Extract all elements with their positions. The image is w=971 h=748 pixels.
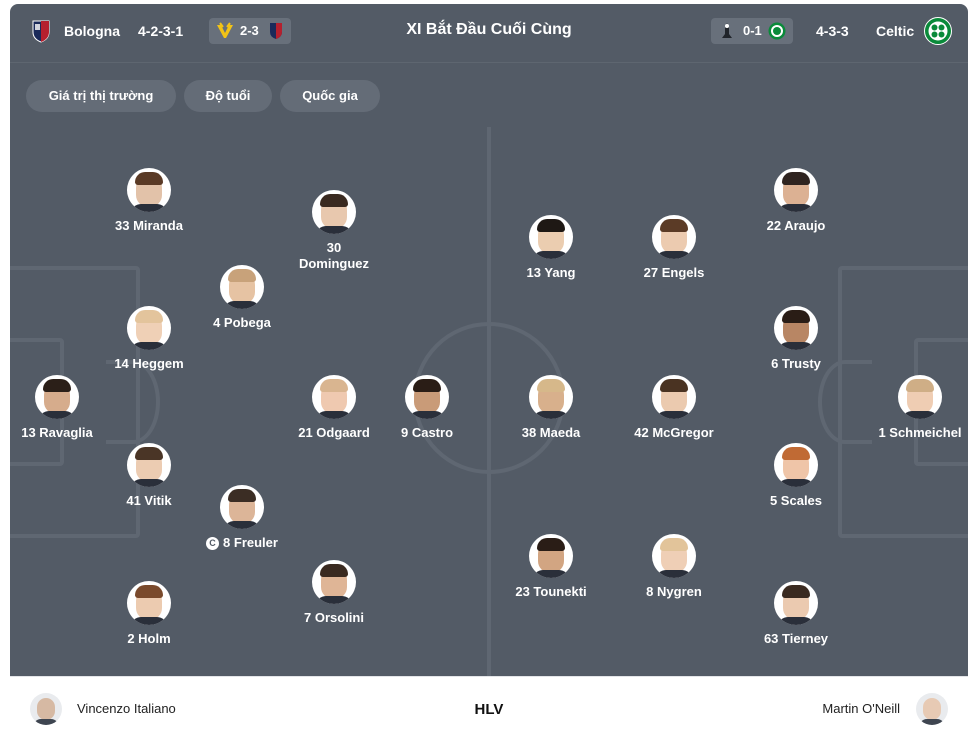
player-photo bbox=[312, 375, 356, 419]
player-photo bbox=[220, 485, 264, 529]
player-label: 27 Engels bbox=[643, 265, 705, 280]
player-home-freuler[interactable]: C8 Freuler bbox=[177, 485, 307, 551]
player-label: 42 McGregor bbox=[634, 425, 714, 440]
player-photo bbox=[220, 265, 264, 309]
player-home-heggem[interactable]: 14 Heggem bbox=[84, 306, 214, 372]
player-away-trusty[interactable]: 6 Trusty bbox=[731, 306, 861, 372]
player-label: 14 Heggem bbox=[114, 356, 184, 371]
player-away-schmeichel[interactable]: 1 Schmeichel bbox=[855, 375, 968, 441]
player-home-dominguez[interactable]: 30 Dominguez bbox=[269, 190, 399, 272]
player-away-mcgregor[interactable]: 42 McGregor bbox=[609, 375, 739, 441]
captain-badge-icon: C bbox=[206, 537, 220, 550]
player-away-tierney[interactable]: 63 Tierney bbox=[731, 581, 861, 647]
player-label: 6 Trusty bbox=[771, 356, 821, 371]
filter-age[interactable]: Độ tuổi bbox=[184, 80, 272, 112]
filter-bar: Giá trị thị trường Độ tuổi Quốc gia bbox=[10, 62, 968, 127]
player-photo bbox=[774, 306, 818, 350]
player-home-orsolini[interactable]: 7 Orsolini bbox=[269, 560, 399, 626]
player-home-ravaglia[interactable]: 13 Ravaglia bbox=[10, 375, 122, 441]
player-label: 23 Tounekti bbox=[515, 584, 587, 599]
player-photo bbox=[652, 534, 696, 578]
player-photo bbox=[529, 534, 573, 578]
player-photo bbox=[405, 375, 449, 419]
away-team-name[interactable]: Celtic bbox=[876, 23, 914, 39]
celtic-small-crest-icon bbox=[768, 22, 786, 40]
away-coach-photo bbox=[916, 693, 948, 725]
away-coach-name[interactable]: Martin O'Neill bbox=[822, 701, 900, 716]
player-label: 2 Holm bbox=[127, 631, 171, 646]
player-photo bbox=[652, 215, 696, 259]
player-label: 1 Schmeichel bbox=[878, 425, 962, 440]
filter-nationality[interactable]: Quốc gia bbox=[280, 80, 380, 112]
player-label: 38 Maeda bbox=[521, 425, 581, 440]
player-away-yang[interactable]: 13 Yang bbox=[486, 215, 616, 281]
away-last-score: 0-1 bbox=[743, 23, 762, 38]
celtic-crest-icon[interactable] bbox=[924, 17, 952, 45]
player-away-araujo[interactable]: 22 Araujo bbox=[731, 168, 861, 234]
away-formation: 4-3-3 bbox=[816, 23, 849, 39]
lineup-header: Bologna 4-2-3-1 2-3 XI Bắt Đầu Cuối Cùng… bbox=[10, 4, 968, 62]
player-photo bbox=[312, 190, 356, 234]
player-label: 63 Tierney bbox=[763, 631, 829, 646]
player-home-miranda[interactable]: 33 Miranda bbox=[84, 168, 214, 234]
player-photo bbox=[127, 168, 171, 212]
away-last-result[interactable]: 0-1 bbox=[711, 18, 793, 44]
player-away-tounekti[interactable]: 23 Tounekti bbox=[486, 534, 616, 600]
player-photo bbox=[774, 168, 818, 212]
filter-market-value[interactable]: Giá trị thị trường bbox=[26, 80, 176, 112]
player-label: 8 Freuler bbox=[223, 535, 278, 550]
player-away-nygren[interactable]: 8 Nygren bbox=[609, 534, 739, 600]
player-photo bbox=[35, 375, 79, 419]
player-label: 7 Orsolini bbox=[304, 610, 364, 625]
player-label: 22 Araujo bbox=[766, 218, 826, 233]
player-home-holm[interactable]: 2 Holm bbox=[84, 581, 214, 647]
player-home-castro[interactable]: 9 Castro bbox=[362, 375, 492, 441]
player-photo bbox=[312, 560, 356, 604]
player-away-maeda[interactable]: 38 Maeda bbox=[486, 375, 616, 441]
pitch: 33 Miranda 30 Dominguez 4 Pobega 14 Hegg… bbox=[10, 127, 968, 676]
player-label-number: 30 bbox=[326, 240, 342, 255]
player-away-engels[interactable]: 27 Engels bbox=[609, 215, 739, 281]
player-label: 9 Castro bbox=[400, 425, 454, 440]
player-label: 13 Yang bbox=[526, 265, 576, 280]
player-photo bbox=[529, 375, 573, 419]
player-photo bbox=[652, 375, 696, 419]
player-photo bbox=[127, 443, 171, 487]
player-away-scales[interactable]: 5 Scales bbox=[731, 443, 861, 509]
player-label: 8 Nygren bbox=[646, 584, 702, 599]
player-label: 5 Scales bbox=[769, 493, 823, 508]
coaches-bar: Vincenzo Italiano HLV Martin O'Neill bbox=[10, 676, 968, 744]
opponent-crest-icon bbox=[722, 23, 732, 38]
player-label: 33 Miranda bbox=[115, 218, 183, 233]
player-photo bbox=[529, 215, 573, 259]
player-photo bbox=[127, 306, 171, 350]
player-photo bbox=[127, 581, 171, 625]
player-photo bbox=[898, 375, 942, 419]
lineup-widget: Bologna 4-2-3-1 2-3 XI Bắt Đầu Cuối Cùng… bbox=[10, 4, 968, 744]
player-label: 13 Ravaglia bbox=[21, 425, 93, 440]
player-photo bbox=[774, 443, 818, 487]
player-photo bbox=[774, 581, 818, 625]
